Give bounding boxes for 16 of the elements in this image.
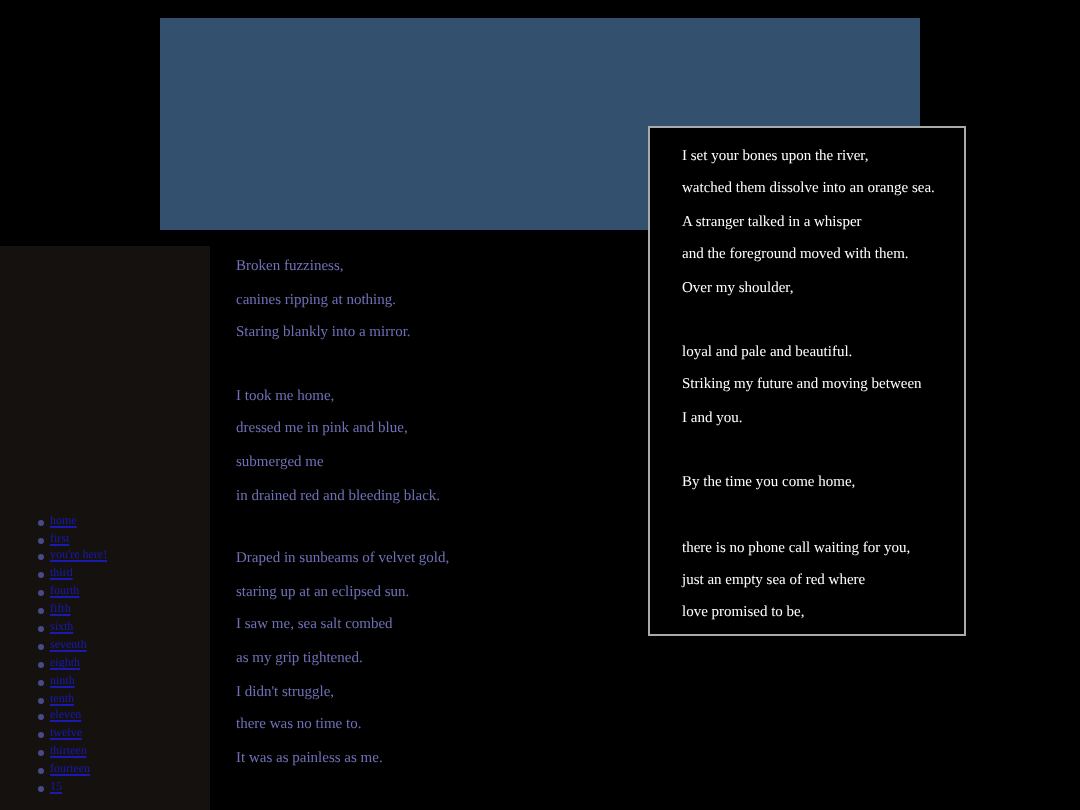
- bullet-icon: [38, 714, 44, 721]
- bullet-icon: [38, 626, 44, 633]
- bullet-icon: [38, 519, 44, 526]
- bullet-icon: [38, 572, 44, 579]
- bullet-icon: [38, 590, 44, 597]
- bullet-icon: [38, 768, 44, 775]
- bullet-icon: [38, 697, 44, 704]
- bullet-icon: [38, 608, 44, 615]
- bullet-icon: [38, 732, 44, 739]
- bullet-icon: [38, 750, 44, 757]
- bullet-icon: [38, 679, 44, 686]
- bullet-icon: [38, 554, 44, 561]
- bullet-icon: [38, 661, 44, 668]
- bullet-icon: [38, 643, 44, 650]
- bullet-icon: [38, 786, 44, 793]
- bullet-icon: [38, 537, 44, 544]
